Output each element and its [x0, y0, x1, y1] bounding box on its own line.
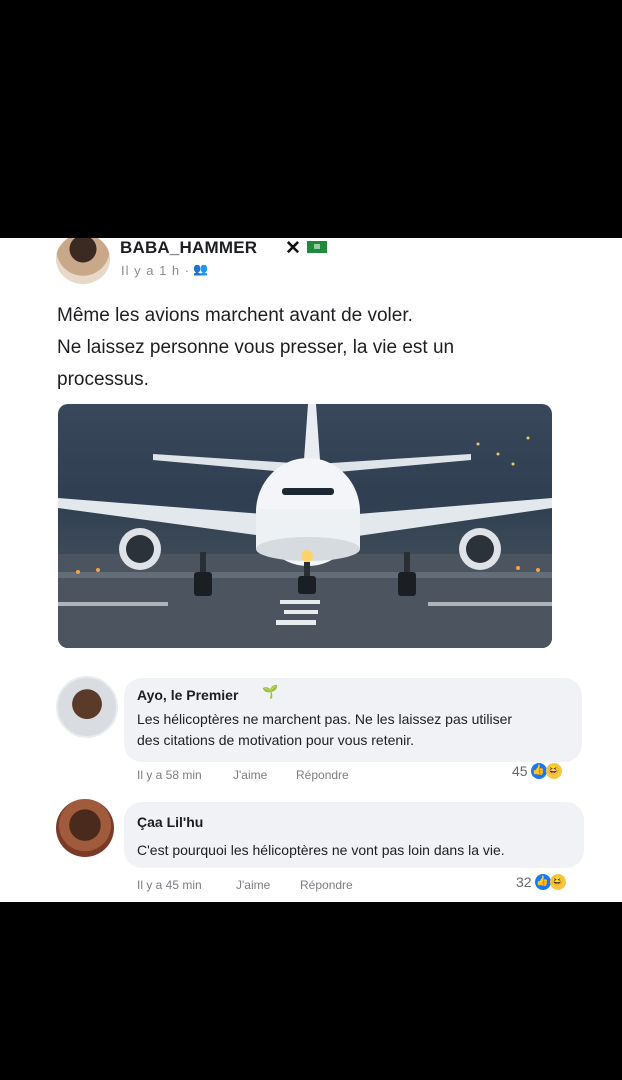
commenter-name[interactable]: Çaa Lil'hu	[137, 814, 203, 830]
comment-text: Les hélicoptères ne marchent pas. Ne les…	[137, 709, 577, 751]
x-icon: ✕	[285, 238, 301, 259]
post-text-line: Ne laissez personne vous presser, la vie…	[57, 337, 455, 358]
like-reaction-icon: 👍	[530, 763, 547, 779]
post-text-line: Même les avions marchent avant de voler.	[57, 305, 413, 326]
post-card: BABA_HAMMER ✕ Il y a 1 h · 👥 Même les av…	[0, 238, 622, 902]
haha-reaction-icon: 😆	[549, 874, 566, 890]
commenter-name[interactable]: Ayo, le Premier	[137, 687, 238, 703]
reaction-summary[interactable]: 45 👍 😆	[512, 763, 562, 779]
like-reaction-icon: 👍	[534, 874, 551, 890]
post-timestamp[interactable]: Il y a 1 h ·	[121, 263, 190, 278]
comment-text: C'est pourquoi les hélicoptères ne vont …	[137, 840, 577, 861]
airplane-photo[interactable]	[58, 404, 552, 648]
reaction-summary[interactable]: 32 👍 😆	[516, 874, 566, 890]
author-name[interactable]: BABA_HAMMER	[120, 238, 257, 258]
reaction-count: 32	[516, 874, 532, 890]
post-text: Même les avions marchent avant de voler.…	[57, 300, 557, 396]
comment-text-line: Les hélicoptères ne marchent pas. Ne les…	[137, 711, 513, 727]
like-link[interactable]: J'aime	[233, 768, 267, 782]
post-text-line: processus.	[57, 369, 149, 390]
friends-icon: 👥	[193, 262, 208, 276]
haha-reaction-icon: 😆	[545, 763, 562, 779]
sprout-icon: 🌱	[262, 684, 279, 699]
flag-icon	[307, 241, 327, 253]
commenter-avatar[interactable]	[56, 676, 118, 738]
reaction-count: 45	[512, 763, 528, 779]
comment-text-line: des citations de motivation pour vous re…	[137, 732, 415, 748]
comment-time[interactable]: Il y a 58 min	[137, 768, 202, 782]
like-link[interactable]: J'aime	[236, 878, 270, 892]
author-avatar[interactable]	[56, 238, 110, 284]
comment-text-line: C'est pourquoi les hélicoptères ne vont …	[137, 842, 505, 858]
commenter-avatar[interactable]	[56, 799, 114, 857]
comment-time[interactable]: Il y a 45 min	[137, 878, 202, 892]
reply-link[interactable]: Répondre	[300, 878, 353, 892]
reply-link[interactable]: Répondre	[296, 768, 349, 782]
